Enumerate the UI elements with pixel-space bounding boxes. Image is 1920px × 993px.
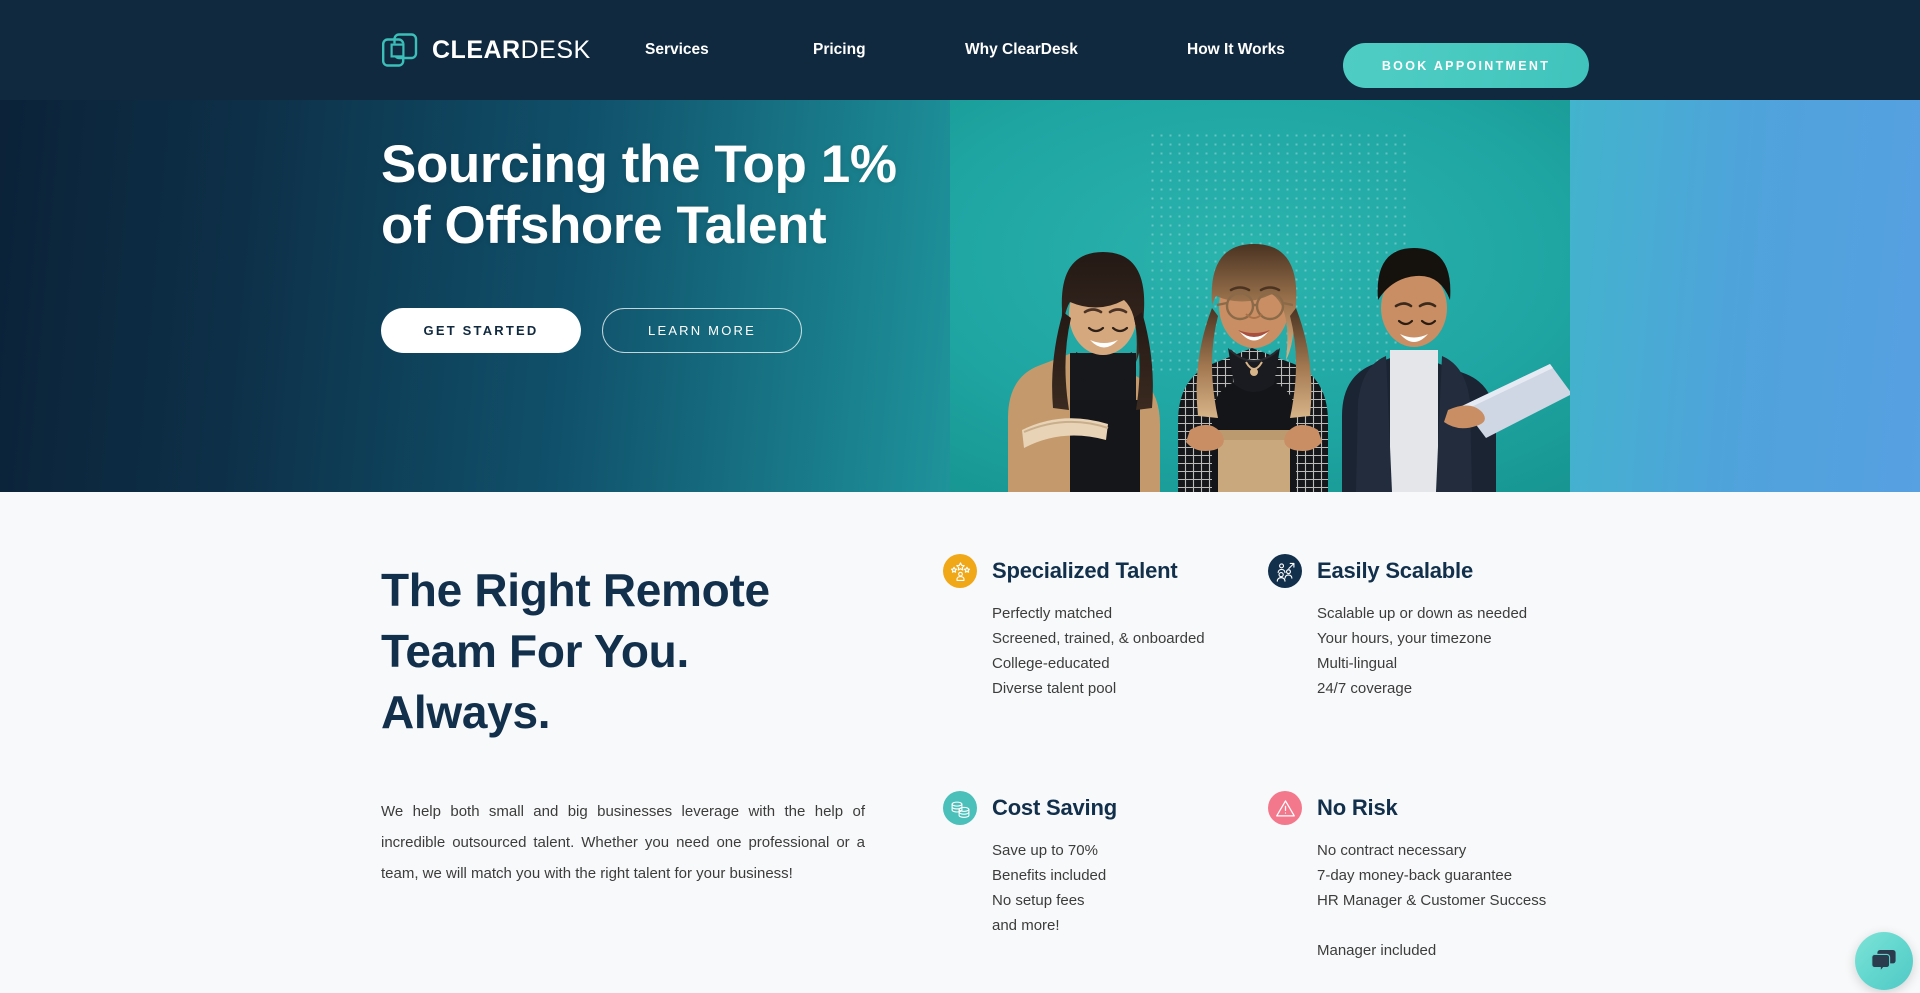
person-right — [1342, 248, 1570, 492]
feature-list-item: No setup fees — [992, 892, 1085, 910]
feature-cost-saving: Cost Saving Save up to 70% Benefits incl… — [943, 791, 1273, 938]
feature-list: No contract necessary 7-day money-back g… — [1317, 838, 1598, 963]
feature-easily-scalable: Easily Scalable Scalable up or down as n… — [1268, 554, 1598, 701]
feature-list-item: Scalable up or down as needed — [1317, 605, 1528, 622]
section-paragraph: We help both small and big businesses le… — [381, 803, 865, 882]
feature-header: No Risk — [1268, 791, 1598, 825]
feature-list-item: 24/7 coverage — [1317, 680, 1413, 698]
stacked-coins-icon — [943, 791, 977, 825]
feature-list-item: Save up to 70% — [992, 842, 1098, 859]
section-heading-block: The Right Remote Team For You. Always. — [381, 560, 881, 744]
value-proposition-section: The Right Remote Team For You. Always. W… — [0, 492, 1920, 993]
feature-no-risk: No Risk No contract necessary 7-day mone… — [1268, 791, 1598, 963]
hero-actions: GET STARTED LEARN MORE — [381, 307, 897, 353]
feature-title: No Risk — [1317, 795, 1398, 820]
feature-list-item: Manager included — [1317, 942, 1437, 960]
person-left — [1008, 252, 1160, 492]
nav-item-services[interactable]: Services — [645, 41, 709, 59]
feature-list: Scalable up or down as needed Your hours… — [1317, 601, 1598, 701]
hero-section: Sourcing the Top 1% of Offshore Talent G… — [0, 100, 1920, 492]
feature-list-item: HR Manager & Customer Success — [1317, 892, 1547, 910]
feature-header: Cost Saving — [943, 791, 1273, 825]
nav-item-why-cleardesk[interactable]: Why ClearDesk — [965, 41, 1078, 59]
feature-title: Specialized Talent — [992, 558, 1178, 583]
brand-wordmark: CLEARDESK — [432, 36, 591, 65]
person-center — [1178, 244, 1328, 492]
feature-list-item: No contract necessary — [1317, 842, 1467, 859]
get-started-button[interactable]: GET STARTED — [381, 307, 581, 353]
feature-title: Easily Scalable — [1317, 558, 1473, 583]
feature-list-item: and more! — [992, 917, 1060, 935]
chat-widget-button[interactable] — [1855, 932, 1913, 990]
people-growth-arrow-icon — [1268, 554, 1302, 588]
feature-list-item: Multi-lingual — [1317, 655, 1398, 673]
feature-list-item: Perfectly matched — [992, 605, 1113, 622]
feature-header: Specialized Talent — [943, 554, 1273, 588]
feature-title: Cost Saving — [992, 795, 1117, 820]
brand-name-light: DESK — [520, 35, 591, 64]
feature-list: Save up to 70% Benefits included No setu… — [992, 838, 1273, 938]
feature-specialized-talent: Specialized Talent Perfectly matched Scr… — [943, 554, 1273, 701]
feature-list-item: Screened, trained, & onboarded — [992, 630, 1205, 648]
nav-item-how-it-works[interactable]: How It Works — [1187, 41, 1285, 59]
section-title: The Right Remote Team For You. Always. — [381, 564, 770, 739]
feature-list-item: Diverse talent pool — [992, 680, 1117, 698]
hero-copy: Sourcing the Top 1% of Offshore Talent G… — [381, 135, 897, 353]
hero-team-photo — [950, 100, 1570, 492]
brand-name-bold: CLEAR — [432, 35, 521, 64]
feature-list-item: 7-day money-back guarantee — [1317, 867, 1513, 885]
feature-list-item: College-educated — [992, 655, 1110, 673]
nav-item-pricing[interactable]: Pricing — [813, 41, 866, 59]
overlapping-squares-logo-icon — [382, 33, 418, 67]
learn-more-button[interactable]: LEARN MORE — [602, 307, 802, 353]
warning-triangle-icon — [1268, 791, 1302, 825]
brand-logo[interactable]: CLEARDESK — [381, 31, 591, 69]
photo-people-illustration — [1008, 244, 1570, 492]
feature-list-item — [1317, 913, 1598, 938]
feature-list-item: Benefits included — [992, 867, 1107, 885]
site-header: CLEARDESK Services Pricing Why ClearDesk… — [0, 0, 1920, 100]
book-appointment-button[interactable]: BOOK APPOINTMENT — [1343, 43, 1589, 88]
speech-bubbles-icon — [1871, 950, 1896, 973]
stars-person-icon — [943, 554, 977, 588]
feature-list-item: Your hours, your timezone — [1317, 630, 1492, 648]
hero-title: Sourcing the Top 1% of Offshore Talent — [381, 135, 897, 255]
feature-header: Easily Scalable — [1268, 554, 1598, 588]
feature-list: Perfectly matched Screened, trained, & o… — [992, 601, 1273, 701]
